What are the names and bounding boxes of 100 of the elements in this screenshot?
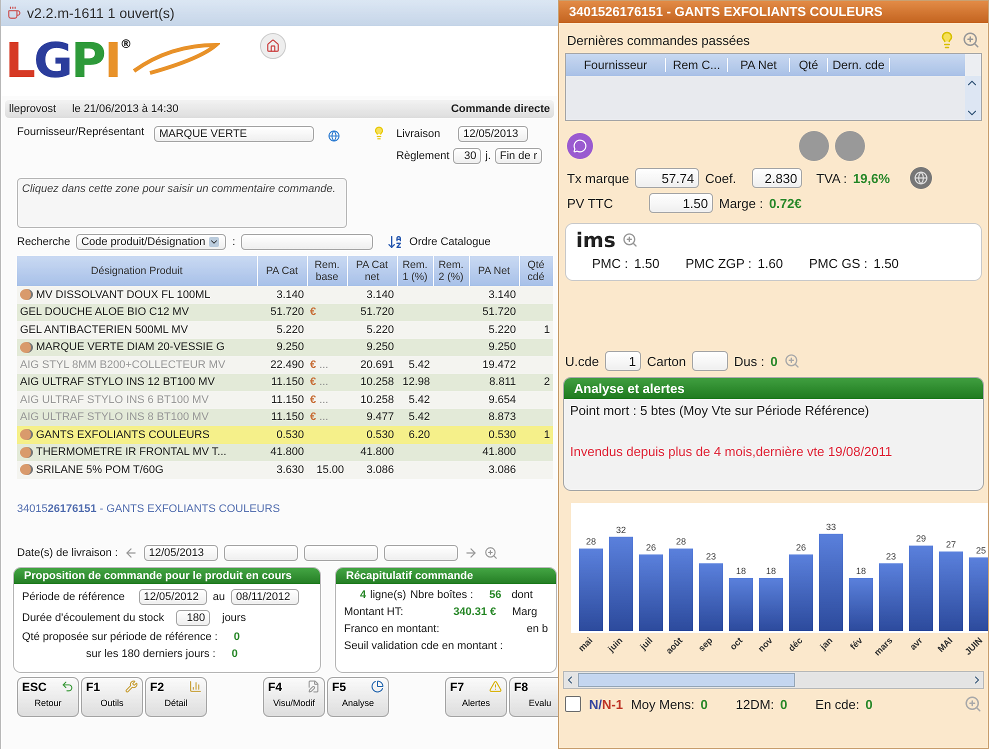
table-row[interactable]: MV DISSOLVANT DOUX FL 100ML 3.140 3.140 3.140 (17, 286, 553, 304)
column-header[interactable]: Fournisseur (566, 58, 666, 72)
table-row[interactable]: GANTS EXFOLIANTS COULEURS 0.530 0.530 6.20 0.530 1 (17, 426, 553, 444)
period-end-field[interactable]: 08/11/2012 (230, 588, 299, 604)
function-key-button[interactable]: F5 Analyse (327, 676, 389, 716)
bar (849, 578, 873, 631)
sort-icon[interactable] (387, 234, 404, 250)
chat-icon (573, 139, 587, 153)
table-cell: 0.530 (469, 426, 519, 444)
column-header[interactable]: Rem. base (307, 256, 347, 286)
duration-field[interactable]: 180 (176, 610, 210, 626)
zoom-plus-icon[interactable] (784, 353, 800, 369)
table-row[interactable]: AIG ULTRAF STYLO INS 12 BT100 MV 11.150 € ... 10.258 12.98 8.811 2 (17, 374, 553, 391)
stat-label: 12DM: (736, 696, 774, 712)
pmc-label: PMC : (592, 256, 628, 271)
margin-rate-field[interactable]: 57.74 (635, 168, 700, 188)
search-mode-select[interactable]: Code produit/Désignation (76, 234, 226, 250)
table-cell: 51.720 (257, 304, 307, 321)
amount-value: 340.31 € (453, 606, 496, 618)
search-label: Recherche (17, 236, 70, 248)
table-cell: 19.472 (469, 356, 519, 374)
column-header[interactable]: Qté (790, 58, 828, 72)
globe-icon[interactable] (328, 130, 340, 142)
month-label: déc (786, 635, 804, 654)
function-key-button[interactable]: F2 Détail (145, 676, 207, 716)
table-cell: € ... (307, 356, 347, 374)
column-header[interactable]: Rem C... (666, 58, 728, 72)
payment-label: Règlement (396, 150, 450, 162)
bar-value: 26 (796, 542, 806, 552)
carton-field[interactable] (692, 351, 728, 371)
table-cell: € ... (307, 374, 347, 391)
column-header[interactable]: PA Cat net (347, 256, 397, 286)
function-key-button[interactable]: F7 Alertes (445, 676, 507, 716)
month-label: oct (728, 635, 744, 652)
ims-logo: ims (576, 228, 616, 252)
pmc-value: 1.50 (873, 256, 899, 271)
home-button[interactable] (260, 33, 286, 59)
table-row[interactable]: SRILANE 5% POM T/60G 3.630 15.00 3.086 3.086 (17, 461, 553, 478)
date-field[interactable]: 12/05/2013 (144, 544, 218, 560)
table-cell: 0.530 (257, 426, 307, 444)
price-label: PV TTC (567, 196, 614, 210)
scrollbar[interactable] (563, 671, 984, 689)
table-cell: 41.800 (347, 444, 397, 461)
stat-value: 0 (865, 696, 873, 712)
payment-term-field[interactable]: Fin de r (494, 148, 542, 164)
column-header[interactable]: Désignation Produit (17, 256, 257, 286)
chat-button[interactable] (567, 133, 593, 159)
table-cell: 9.250 (469, 338, 519, 356)
stat-value: 0 (700, 696, 708, 712)
boxes-label: Nbre boîtes : (410, 588, 474, 600)
table-cell: 1 (519, 321, 553, 338)
delivery-date-field[interactable]: 12/05/2013 (458, 126, 528, 142)
status-dot (799, 131, 829, 161)
zoom-plus-icon[interactable] (962, 31, 980, 49)
product-name-cell: MV DISSOLVANT DOUX FL 100ML (17, 286, 257, 304)
table-row[interactable]: GEL DOUCHE ALOE BIO C12 MV 51.720 € 51.720 51.720 (17, 304, 553, 321)
comment-box[interactable]: Cliquez dans cette zone pour saisir un commentaire commande. (17, 178, 347, 228)
checkbox[interactable] (565, 696, 581, 712)
date-field[interactable] (304, 544, 378, 560)
column-header[interactable]: Qté cdé (519, 256, 553, 286)
threshold-label: Seuil validation cde en montant : (344, 640, 503, 652)
logo-letter: P (71, 37, 104, 85)
separator: : (232, 236, 236, 248)
function-key-button[interactable]: F4 Visu/Modif (263, 676, 325, 716)
zoom-plus-icon[interactable] (484, 546, 498, 560)
supplier-field[interactable]: MARQUE VERTE (154, 126, 314, 142)
proposed-qty-value: 0 (234, 630, 240, 642)
month-label: juil (638, 635, 654, 652)
column-header[interactable]: PA Net (469, 256, 519, 286)
date-field[interactable] (384, 544, 458, 560)
unit-field[interactable]: 1 (604, 351, 641, 371)
zoom-plus-icon[interactable] (622, 232, 638, 248)
table-cell: 3.630 (257, 461, 307, 478)
column-header[interactable]: Rem. 2 (%) (433, 256, 469, 286)
table-row[interactable]: THERMOMETRE IR FRONTAL MV T... 41.800 41.800 41.800 (17, 444, 553, 461)
column-header[interactable]: PA Cat (257, 256, 307, 286)
column-header[interactable]: Dern. cde (828, 58, 890, 72)
coef-field[interactable]: 2.830 (752, 168, 802, 188)
function-key-button[interactable]: F8 Evalu (509, 676, 558, 716)
function-key-button[interactable]: ESC Retour (17, 676, 79, 716)
table-cell: 5.42 (397, 408, 433, 426)
period-start-field[interactable]: 12/05/2012 (138, 588, 207, 604)
payment-days-field[interactable]: 30 (453, 148, 482, 164)
globe-icon (914, 171, 928, 185)
zoom-plus-icon[interactable] (964, 695, 982, 713)
column-header[interactable]: PA Net (728, 58, 790, 72)
unit-label: U.cde (565, 354, 599, 368)
table-row[interactable]: MARQUE VERTE DIAM 20-VESSIE G 9.250 9.250 9.250 (17, 338, 553, 356)
table-cell: 6.20 (397, 426, 433, 444)
table-cell: 51.720 (347, 304, 397, 321)
function-key-button[interactable]: F1 Outils (81, 676, 143, 716)
column-header[interactable]: Rem. 1 (%) (397, 256, 433, 286)
globe-button[interactable] (910, 167, 932, 189)
price-field[interactable]: 1.50 (649, 193, 713, 213)
search-field[interactable] (241, 234, 374, 250)
table-row[interactable]: GEL ANTIBACTERIEN 500ML MV 5.220 5.220 5.220 1 (17, 321, 553, 338)
table-cell: € (307, 304, 347, 321)
margin-value: 0.72€ (769, 196, 802, 210)
date-field[interactable] (224, 544, 298, 560)
scrollbar[interactable] (965, 76, 981, 120)
